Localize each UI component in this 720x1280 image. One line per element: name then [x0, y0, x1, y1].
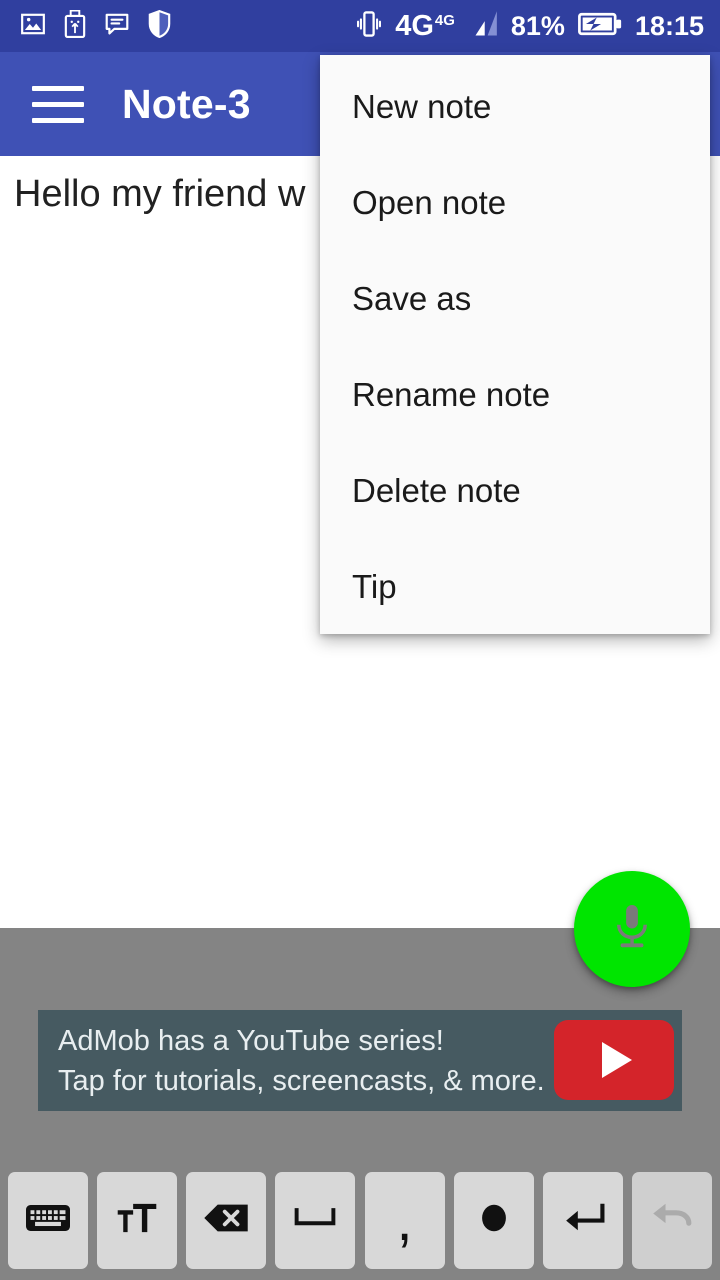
enter-key[interactable] — [542, 1172, 623, 1269]
ad-banner-line2: Tap for tutorials, screencasts, & more. — [58, 1064, 545, 1097]
menu-item-delete-note[interactable]: Delete note — [320, 443, 710, 539]
microphone-icon — [610, 899, 654, 960]
keyboard-key[interactable] — [8, 1172, 88, 1269]
message-icon — [104, 11, 130, 42]
status-bar-right-icons: 4G 4G 81% 18:15 — [356, 9, 704, 44]
hamburger-menu-icon[interactable] — [32, 82, 88, 126]
microphone-fab[interactable] — [574, 871, 690, 987]
undo-icon — [650, 1201, 694, 1240]
ad-banner-text: AdMob has a YouTube series! Tap for tuto… — [58, 1021, 545, 1101]
period-dot-icon — [480, 1204, 508, 1237]
text-size-icon — [116, 1200, 158, 1241]
signal-bars-icon — [468, 10, 498, 43]
menu-item-tip[interactable]: Tip — [320, 539, 710, 635]
keyboard-icon — [26, 1202, 70, 1239]
image-icon — [20, 11, 46, 42]
play-triangle — [602, 1042, 632, 1078]
hamburger-bar — [32, 117, 84, 123]
network-type-label: 4G 4G — [395, 9, 455, 42]
comma-icon: , — [396, 1188, 413, 1253]
backspace-key[interactable] — [186, 1172, 267, 1269]
clock-label: 18:15 — [634, 10, 704, 41]
ad-banner[interactable]: AdMob has a YouTube series! Tap for tuto… — [38, 1010, 682, 1111]
page-title: Note-3 — [122, 80, 251, 127]
backspace-icon — [203, 1202, 249, 1239]
status-bar: 4G 4G 81% 18:15 — [0, 0, 720, 52]
key-bar: , — [0, 1172, 720, 1269]
shield-icon — [147, 9, 172, 43]
enter-return-icon — [561, 1201, 605, 1240]
space-bar-icon — [294, 1207, 336, 1234]
ad-banner-line1: AdMob has a YouTube series! — [58, 1024, 444, 1057]
period-key[interactable] — [453, 1172, 534, 1269]
vibrate-icon — [356, 9, 382, 44]
menu-item-rename-note[interactable]: Rename note — [320, 347, 710, 443]
comma-key[interactable]: , — [364, 1172, 445, 1269]
overflow-menu[interactable]: New note Open note Save as Rename note D… — [320, 55, 710, 634]
undo-key[interactable] — [631, 1172, 712, 1269]
hamburger-bar — [32, 85, 84, 91]
text-size-key[interactable] — [97, 1172, 178, 1269]
hamburger-bar — [32, 101, 84, 107]
battery-percent-label: 81% — [510, 10, 565, 41]
status-bar-left-icons — [20, 9, 172, 43]
usb-icon — [63, 9, 87, 43]
youtube-play-icon[interactable] — [554, 1020, 674, 1100]
menu-item-save-as[interactable]: Save as — [320, 251, 710, 347]
menu-item-new-note[interactable]: New note — [320, 59, 710, 155]
space-key[interactable] — [275, 1172, 356, 1269]
battery-charging-icon — [578, 11, 622, 42]
menu-item-open-note[interactable]: Open note — [320, 155, 710, 251]
